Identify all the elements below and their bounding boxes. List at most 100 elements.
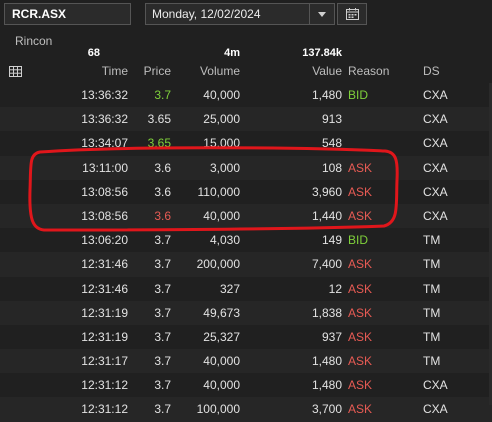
ds-cell: CXA <box>423 184 448 199</box>
table-row[interactable]: 13:36:32 3.7 40,000 1,480 BID CXA <box>0 83 492 107</box>
date-value: Monday, 12/02/2024 <box>152 7 261 21</box>
price-cell: 3.7 <box>154 378 171 393</box>
time-cell: 13:11:00 <box>82 160 128 175</box>
company-name: Rincon <box>15 34 53 48</box>
volume-cell: 25,000 <box>203 112 240 127</box>
column-header-volume[interactable]: Volume <box>200 64 240 80</box>
reason-cell: BID <box>348 88 369 102</box>
table-row[interactable]: 13:08:56 3.6 110,000 3,960 ASK CXA <box>0 180 492 204</box>
reason-cell: ASK <box>348 160 373 175</box>
value-cell: 7,400 <box>311 257 342 272</box>
calendar-icon <box>345 8 359 20</box>
volume-cell: 25,327 <box>203 329 240 344</box>
reason-cell: ASK <box>348 257 373 272</box>
table-row[interactable]: 12:31:46 3.7 327 12 ASK TM <box>0 277 492 301</box>
ds-cell: CXA <box>423 208 448 223</box>
date-picker[interactable]: Monday, 12/02/2024 <box>145 3 335 25</box>
table-row[interactable]: 12:31:46 3.7 200,000 7,400 ASK TM <box>0 252 492 277</box>
column-header-price[interactable]: Price <box>144 64 171 80</box>
time-cell: 13:06:20 <box>81 233 128 248</box>
ds-cell: TM <box>423 233 441 248</box>
value-cell: 937 <box>321 329 342 344</box>
time-cell: 13:08:56 <box>81 208 128 223</box>
chevron-down-icon <box>318 11 326 17</box>
price-cell: 3.6 <box>154 208 171 223</box>
reason-cell: ASK <box>348 354 373 369</box>
time-cell: 13:36:32 <box>81 112 128 127</box>
volume-cell: 49,673 <box>203 305 240 320</box>
time-cell: 13:36:32 <box>81 88 128 102</box>
table-row[interactable]: 12:31:12 3.7 100,000 3,700 ASK CXA <box>0 397 492 422</box>
value-cell: 548 <box>321 136 342 151</box>
date-dropdown-button[interactable] <box>309 4 334 24</box>
reason-cell: ASK <box>348 281 373 296</box>
value-cell: 149 <box>321 233 342 248</box>
calendar-button[interactable] <box>337 3 367 25</box>
reason-cell: ASK <box>348 184 373 199</box>
time-span: 4m <box>224 47 240 59</box>
reason-cell: ASK <box>348 329 373 344</box>
table-row[interactable]: 12:31:19 3.7 49,673 1,838 ASK TM <box>0 300 492 325</box>
ds-cell: CXA <box>423 136 448 151</box>
reason-cell: ASK <box>348 378 373 393</box>
time-cell: 13:34:07 <box>81 136 128 151</box>
ds-cell: TM <box>423 257 441 272</box>
table-row[interactable]: 13:11:00 3.6 3,000 108 ASK CXA <box>0 155 492 180</box>
volume-cell: 327 <box>219 281 240 296</box>
value-total: 137.84k <box>302 47 342 59</box>
value-cell: 1,480 <box>311 88 342 102</box>
value-cell: 1,480 <box>311 354 342 369</box>
column-header-ds[interactable]: DS <box>423 64 440 80</box>
price-cell: 3.6 <box>154 160 171 175</box>
value-cell: 1,480 <box>311 378 342 393</box>
time-cell: 12:31:46 <box>81 281 128 296</box>
time-cell: 12:31:19 <box>81 329 128 344</box>
price-cell: 3.65 <box>147 112 171 127</box>
price-cell: 3.6 <box>154 184 171 199</box>
ds-cell: TM <box>423 305 441 320</box>
price-cell: 3.7 <box>154 354 171 369</box>
value-cell: 12 <box>328 281 342 296</box>
price-cell: 3.7 <box>154 281 171 296</box>
price-cell: 3.7 <box>154 233 171 248</box>
value-cell: 108 <box>321 160 342 175</box>
table-row[interactable]: 12:31:17 3.7 40,000 1,480 ASK TM <box>0 349 492 374</box>
table-row[interactable]: 13:34:07 3.65 15,000 548 CXA <box>0 131 492 155</box>
table-row[interactable]: 13:06:20 3.7 4,030 149 BID TM <box>0 228 492 252</box>
reason-cell: BID <box>348 233 369 248</box>
table-icon[interactable] <box>9 66 22 77</box>
column-header-value[interactable]: Value <box>312 64 342 80</box>
symbol-input[interactable]: RCR.ASX <box>4 3 131 25</box>
column-header-time[interactable]: Time <box>102 64 128 80</box>
volume-cell: 110,000 <box>197 184 241 199</box>
table-row[interactable]: 12:31:12 3.7 40,000 1,480 ASK CXA <box>0 373 492 397</box>
ds-cell: CXA <box>423 112 448 127</box>
volume-cell: 4,030 <box>209 233 240 248</box>
column-header-reason[interactable]: Reason <box>348 64 389 80</box>
table-row[interactable]: 13:08:56 3.6 40,000 1,440 ASK CXA <box>0 203 492 229</box>
ds-cell: TM <box>423 329 441 344</box>
ds-cell: TM <box>423 354 441 369</box>
trade-count: 68 <box>87 47 100 59</box>
time-cell: 12:31:46 <box>81 257 128 272</box>
trades-table: 13:36:32 3.7 40,000 1,480 BID CXA 13:36:32 3.65… <box>0 83 492 422</box>
time-cell: 12:31:17 <box>81 354 128 369</box>
toolbar: RCR.ASX Monday, 12/02/2024 <box>0 0 492 30</box>
reason-cell: ASK <box>348 208 373 223</box>
volume-cell: 15,000 <box>203 136 240 151</box>
volume-cell: 200,000 <box>196 257 240 272</box>
table-row[interactable]: 12:31:19 3.7 25,327 937 ASK TM <box>0 325 492 349</box>
volume-cell: 40,000 <box>203 354 240 369</box>
reason-cell: ASK <box>348 305 373 320</box>
table-row[interactable]: 13:36:32 3.65 25,000 913 CXA <box>0 107 492 132</box>
time-cell: 13:08:56 <box>81 184 128 199</box>
ds-cell: CXA <box>423 160 448 175</box>
value-cell: 3,960 <box>311 184 342 199</box>
volume-cell: 3,000 <box>209 160 240 175</box>
price-cell: 3.7 <box>154 257 171 272</box>
value-cell: 913 <box>321 112 342 127</box>
time-cell: 12:31:12 <box>81 378 128 393</box>
price-cell: 3.7 <box>154 329 171 344</box>
volume-cell: 40,000 <box>203 378 240 393</box>
volume-cell: 40,000 <box>203 88 240 102</box>
